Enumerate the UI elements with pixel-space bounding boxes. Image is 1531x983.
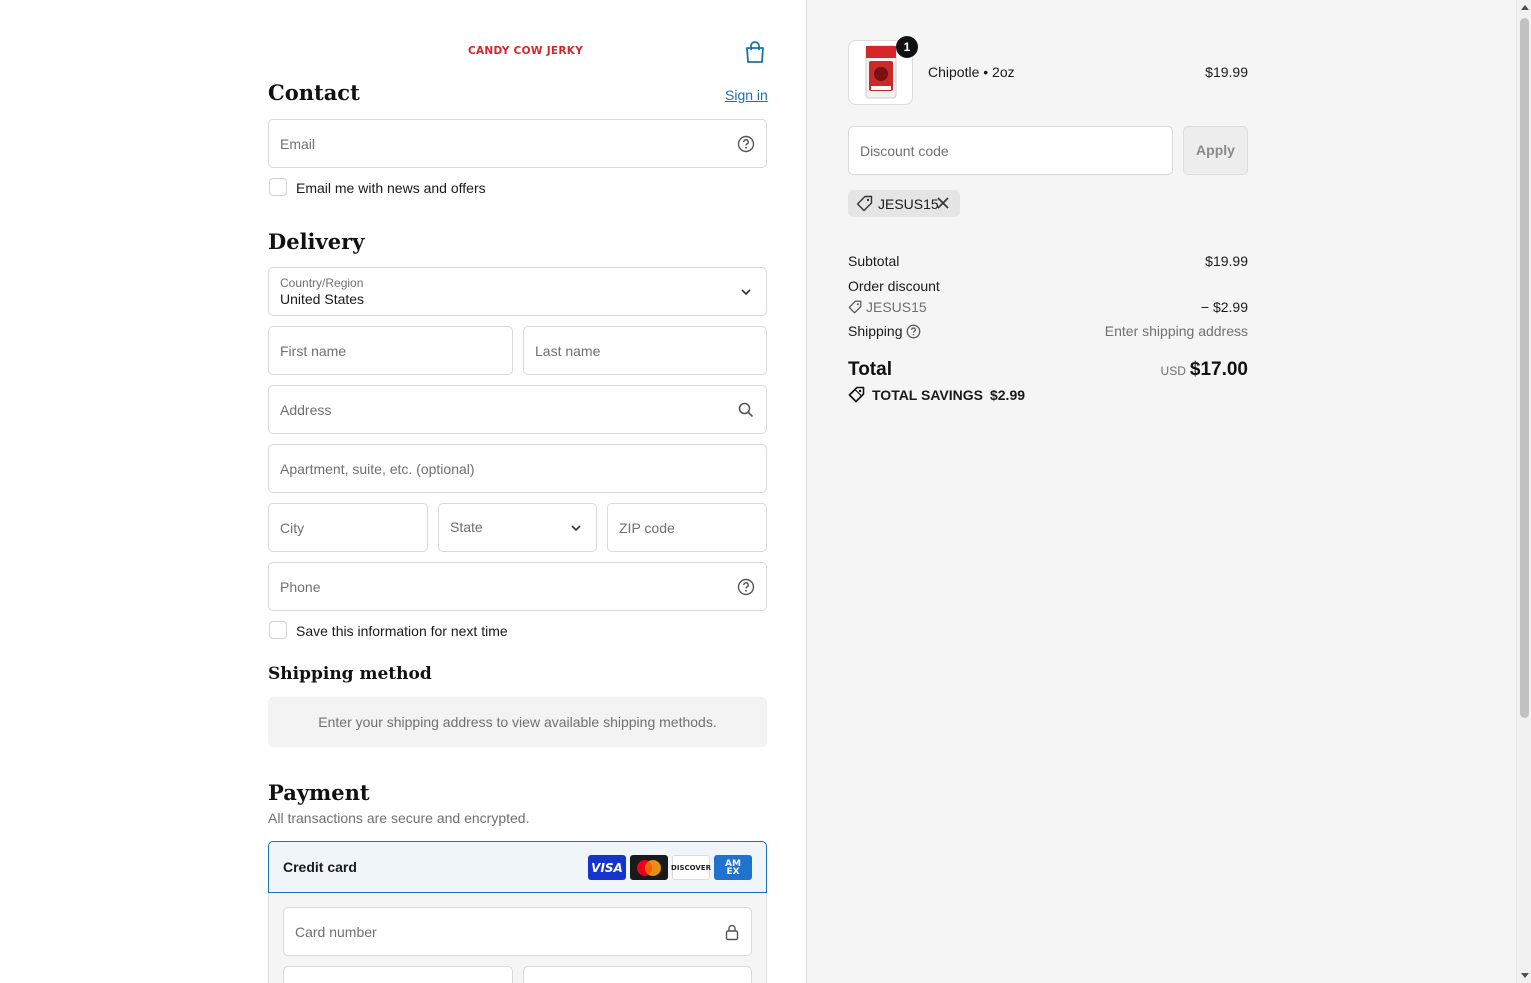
product-price: $19.99 [1205,64,1248,80]
state-placeholder: State [450,519,483,535]
first-name-placeholder: First name [280,343,347,359]
contact-heading: Contact [268,80,360,105]
address-field[interactable]: Address [268,385,767,434]
subtotal-label: Subtotal [848,253,900,269]
shipping-method-notice: Enter your shipping address to view avai… [268,697,767,747]
help-circle-icon[interactable] [737,135,755,153]
total-savings: TOTAL SAVINGS $2.99 [848,386,1025,403]
savings-label: TOTAL SAVINGS [872,386,983,403]
search-icon [738,402,754,418]
first-name-field[interactable]: First name [268,326,513,375]
delivery-heading: Delivery [268,229,365,254]
scroll-up-icon[interactable] [1521,5,1529,10]
country-select[interactable]: Country/Region United States [268,267,767,316]
page-scrollbar[interactable] [1516,0,1531,983]
order-discount-label: Order discount [848,278,940,294]
tag-icon [856,195,873,212]
tag-icon [848,300,862,314]
quantity-badge: 1 [896,36,918,58]
expiration-field[interactable] [283,966,513,983]
scrollbar-thumb[interactable] [1520,18,1529,718]
country-value: United States [280,291,365,307]
news-checkbox-label: Email me with news and offers [296,180,486,196]
email-field[interactable]: Email [268,119,767,168]
credit-card-option[interactable]: Credit card VISA DISCOVER AM EX [268,841,767,893]
shipping-method-heading: Shipping method [268,664,432,684]
country-label: Country/Region [280,276,364,290]
shopping-bag-icon[interactable] [744,40,766,64]
payment-subtext: All transactions are secure and encrypte… [268,810,530,826]
credit-card-label: Credit card [283,859,357,875]
last-name-placeholder: Last name [535,343,601,359]
amex-label-bottom: EX [726,866,740,877]
sign-in-link[interactable]: Sign in [725,87,768,103]
card-number-placeholder: Card number [295,924,377,940]
scroll-down-icon[interactable] [1521,973,1529,978]
discover-icon: DISCOVER [671,855,711,880]
savings-value: $2.99 [989,386,1026,403]
save-info-label: Save this information for next time [296,623,508,639]
discount-code-placeholder: Discount code [860,143,949,159]
phone-placeholder: Phone [280,579,321,595]
mastercard-icon [630,855,668,880]
total-label: Total [848,359,892,380]
total-currency: USD [1160,364,1186,378]
address-placeholder: Address [280,402,332,418]
brand-logo[interactable]: CANDY COW JERKY [468,45,583,57]
help-circle-icon[interactable] [906,324,921,339]
zip-field[interactable]: ZIP code [607,503,767,552]
shipping-value: Enter shipping address [1104,323,1248,339]
lock-icon [725,924,739,941]
shipping-label: Shipping [848,323,903,339]
applied-discount-chip: JESUS15 [848,190,960,217]
last-name-field[interactable]: Last name [523,326,767,375]
apartment-field[interactable]: Apartment, suite, etc. (optional) [268,444,767,493]
zip-placeholder: ZIP code [619,520,675,536]
payment-heading: Payment [268,780,370,805]
visa-icon: VISA [588,855,626,880]
discount-code-field[interactable]: Discount code [848,126,1173,175]
phone-field[interactable]: Phone [268,562,767,611]
city-field[interactable]: City [268,503,428,552]
chevron-down-icon [571,525,581,532]
amex-icon: AM EX [714,855,752,880]
savings-tag-icon [848,386,865,403]
chevron-down-icon [741,289,751,296]
card-brands: VISA DISCOVER AM EX [588,855,752,880]
applied-discount-code: JESUS15 [878,196,939,212]
apply-button[interactable]: Apply [1183,126,1248,175]
discount-code-line: JESUS15 [866,299,927,315]
city-placeholder: City [280,520,305,536]
security-code-field[interactable] [523,966,752,983]
total-amount: USD $17.00 [1048,359,1248,381]
news-checkbox[interactable] [269,178,287,196]
apartment-placeholder: Apartment, suite, etc. (optional) [280,461,475,477]
email-placeholder: Email [280,136,316,152]
state-select[interactable]: State [438,503,597,552]
discount-value: − $2.99 [1200,299,1248,315]
total-value: $17.00 [1189,359,1248,380]
product-name: Chipotle • 2oz [928,64,1015,80]
close-icon[interactable] [936,196,950,210]
card-number-field[interactable]: Card number [283,907,752,956]
discover-label: DISCOVER [671,863,711,872]
subtotal-value: $19.99 [1205,253,1248,269]
help-circle-icon[interactable] [737,578,755,596]
save-info-checkbox[interactable] [269,621,287,639]
